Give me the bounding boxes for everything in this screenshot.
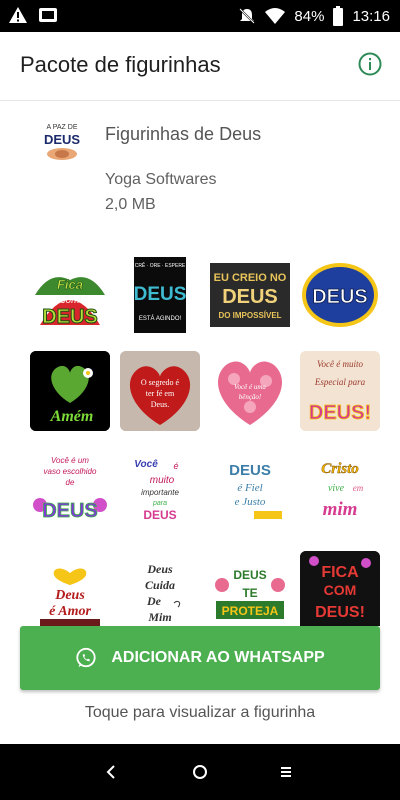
add-button-label: ADICIONAR AO WHATSAPP xyxy=(111,649,325,666)
info-icon[interactable] xyxy=(358,52,382,76)
mute-icon xyxy=(239,8,256,24)
back-icon[interactable] xyxy=(104,762,118,782)
svg-text:DEUS: DEUS xyxy=(222,286,278,308)
svg-text:muito: muito xyxy=(150,475,175,486)
sticker[interactable]: FICA COM DEUS! xyxy=(295,546,382,626)
svg-text:com: com xyxy=(61,295,80,306)
app-bar: Pacote de figurinhas xyxy=(0,32,400,101)
sticker[interactable]: CRÊ · ORE · ESPERE DEUS ESTÁ AGINDO! xyxy=(115,250,205,340)
svg-text:Cuida: Cuida xyxy=(145,578,175,592)
wifi-icon xyxy=(265,8,286,24)
svg-text:DO IMPOSSÍVEL: DO IMPOSSÍVEL xyxy=(218,311,281,320)
svg-text:e Justo: e Justo xyxy=(235,496,266,508)
svg-text:DEUS: DEUS xyxy=(143,508,176,522)
sticker[interactable]: Você é um vaso escolhido de DEUS xyxy=(25,446,115,536)
svg-text:é Amor: é Amor xyxy=(49,604,91,619)
add-to-whatsapp-button[interactable]: ADICIONAR AO WHATSAPP xyxy=(20,626,380,690)
svg-text:DEUS: DEUS xyxy=(312,286,368,308)
svg-text:Deus.: Deus. xyxy=(151,400,169,409)
svg-text:é: é xyxy=(173,461,178,471)
whatsapp-icon xyxy=(76,647,96,668)
svg-text:DEUS: DEUS xyxy=(229,462,271,479)
sticker[interactable]: EU CREIO NO DEUS DO IMPOSSÍVEL xyxy=(205,250,295,340)
recents-icon[interactable] xyxy=(278,762,294,782)
svg-text:vaso escolhido: vaso escolhido xyxy=(44,467,97,476)
svg-text:Você: Você xyxy=(134,459,158,470)
svg-text:DEUS: DEUS xyxy=(134,284,187,305)
sticker[interactable]: Amém xyxy=(25,346,115,436)
sticker[interactable]: DEUS TE PROTEJA xyxy=(205,546,295,626)
tray-caption: A PAZ DE xyxy=(47,124,78,131)
svg-text:importante: importante xyxy=(141,488,179,497)
svg-text:De: De xyxy=(146,594,162,608)
svg-text:Especial para: Especial para xyxy=(314,377,366,387)
svg-text:Fica: Fica xyxy=(57,277,83,292)
alert-icon xyxy=(9,7,27,23)
svg-text:DEUS!: DEUS! xyxy=(309,402,371,424)
svg-text:ter fé em: ter fé em xyxy=(146,389,175,398)
svg-text:ESTÁ AGINDO!: ESTÁ AGINDO! xyxy=(139,315,182,322)
sticker[interactable]: Você é muito Especial para DEUS! xyxy=(295,346,382,436)
pack-publisher: Yoga Softwares xyxy=(105,171,217,188)
svg-text:DEUS!: DEUS! xyxy=(315,604,365,621)
svg-text:DEUS: DEUS xyxy=(42,500,98,522)
svg-text:Você é uma: Você é uma xyxy=(234,383,266,391)
svg-text:Cristo: Cristo xyxy=(321,461,359,477)
page-title: Pacote de figurinhas xyxy=(20,52,221,77)
battery-percent: 84% xyxy=(294,7,325,25)
svg-text:Mim: Mim xyxy=(147,610,171,624)
svg-text:CRÊ · ORE · ESPERE: CRÊ · ORE · ESPERE xyxy=(135,261,186,269)
sticker[interactable]: Cristo vive em mim xyxy=(295,446,382,536)
sticker[interactable]: DEUS xyxy=(295,250,382,340)
svg-text:O segredo é: O segredo é xyxy=(141,378,180,387)
svg-text:FICA: FICA xyxy=(321,564,359,581)
home-icon[interactable] xyxy=(190,762,210,782)
navigation-bar xyxy=(0,744,400,800)
photo-icon xyxy=(39,8,57,22)
svg-text:em: em xyxy=(353,483,364,493)
svg-text:Você é muito: Você é muito xyxy=(317,359,363,369)
sticker[interactable]: Você é muito importante para DEUS xyxy=(115,446,205,536)
sticker-grid: Fica DEUS com CRÊ · ORE · ESPERE DEUS ESTÁ A… xyxy=(20,250,382,626)
svg-text:mim: mim xyxy=(323,499,358,520)
sticker[interactable]: Deus é Amor xyxy=(25,546,115,626)
svg-text:DEUS: DEUS xyxy=(233,568,266,582)
sticker[interactable]: O segredo é ter fé em Deus. xyxy=(115,346,205,436)
svg-text:de: de xyxy=(66,478,75,487)
svg-text:para: para xyxy=(152,500,167,507)
svg-text:Amém: Amém xyxy=(50,408,94,425)
sticker[interactable]: Fica DEUS com xyxy=(25,250,115,340)
pack-size: 2,0 MB xyxy=(105,196,156,213)
preview-hint: Toque para visualizar a figurinha xyxy=(84,704,316,721)
svg-text:Deus: Deus xyxy=(146,562,173,576)
svg-text:vive: vive xyxy=(328,483,345,494)
svg-text:Você é um: Você é um xyxy=(51,456,89,465)
clock: 13:16 xyxy=(352,7,390,25)
svg-text:DEUS: DEUS xyxy=(42,306,98,328)
sticker[interactable]: Deus Cuida De Mim xyxy=(115,546,205,626)
sticker[interactable]: Você é uma bênção! xyxy=(205,346,295,436)
pack-tray-icon: A PAZ DE DEUS xyxy=(39,120,85,164)
svg-text:COM: COM xyxy=(324,582,357,598)
svg-text:é Fiel: é Fiel xyxy=(237,482,262,494)
svg-text:EU CREIO NO: EU CREIO NO xyxy=(214,272,287,284)
svg-text:Deus: Deus xyxy=(54,588,85,603)
status-bar: 84% 13:16 xyxy=(0,0,400,32)
sticker[interactable]: DEUS é Fiel e Justo xyxy=(205,446,295,536)
svg-text:bênção!: bênção! xyxy=(239,393,262,401)
tray-word: DEUS xyxy=(44,132,80,147)
svg-text:TE: TE xyxy=(242,586,257,600)
pack-name: Figurinhas de Deus xyxy=(105,124,262,144)
battery-icon xyxy=(333,6,344,26)
svg-text:PROTEJA: PROTEJA xyxy=(222,604,279,618)
